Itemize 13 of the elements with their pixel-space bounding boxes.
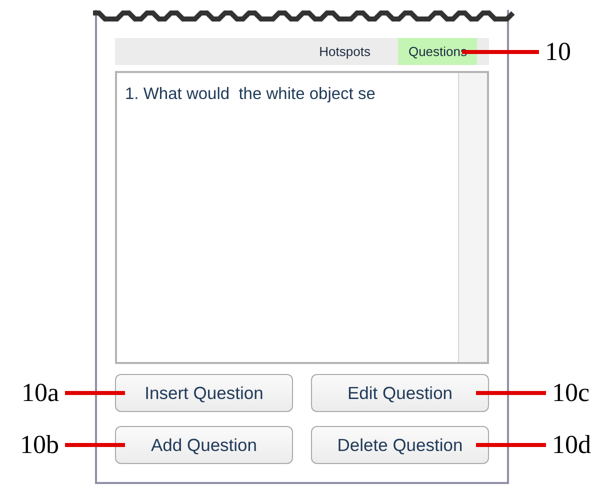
callout-label: 10a bbox=[21, 378, 59, 408]
tab[interactable]: Hotspots bbox=[309, 38, 380, 65]
callout-label: 10 bbox=[545, 36, 571, 66]
callout-label: 10b bbox=[20, 430, 59, 460]
callout-label: 10c bbox=[552, 378, 590, 408]
scrollbar[interactable] bbox=[458, 73, 487, 362]
tab[interactable]: Questions bbox=[398, 38, 477, 65]
question-button[interactable]: Add Question bbox=[115, 426, 293, 464]
list-item[interactable]: 1. What would the white object se bbox=[125, 85, 450, 104]
question-button[interactable]: Delete Question bbox=[311, 426, 489, 464]
question-button[interactable]: Edit Question bbox=[311, 374, 489, 412]
question-button[interactable]: Insert Question bbox=[115, 374, 293, 412]
callout-label: 10d bbox=[552, 430, 591, 460]
